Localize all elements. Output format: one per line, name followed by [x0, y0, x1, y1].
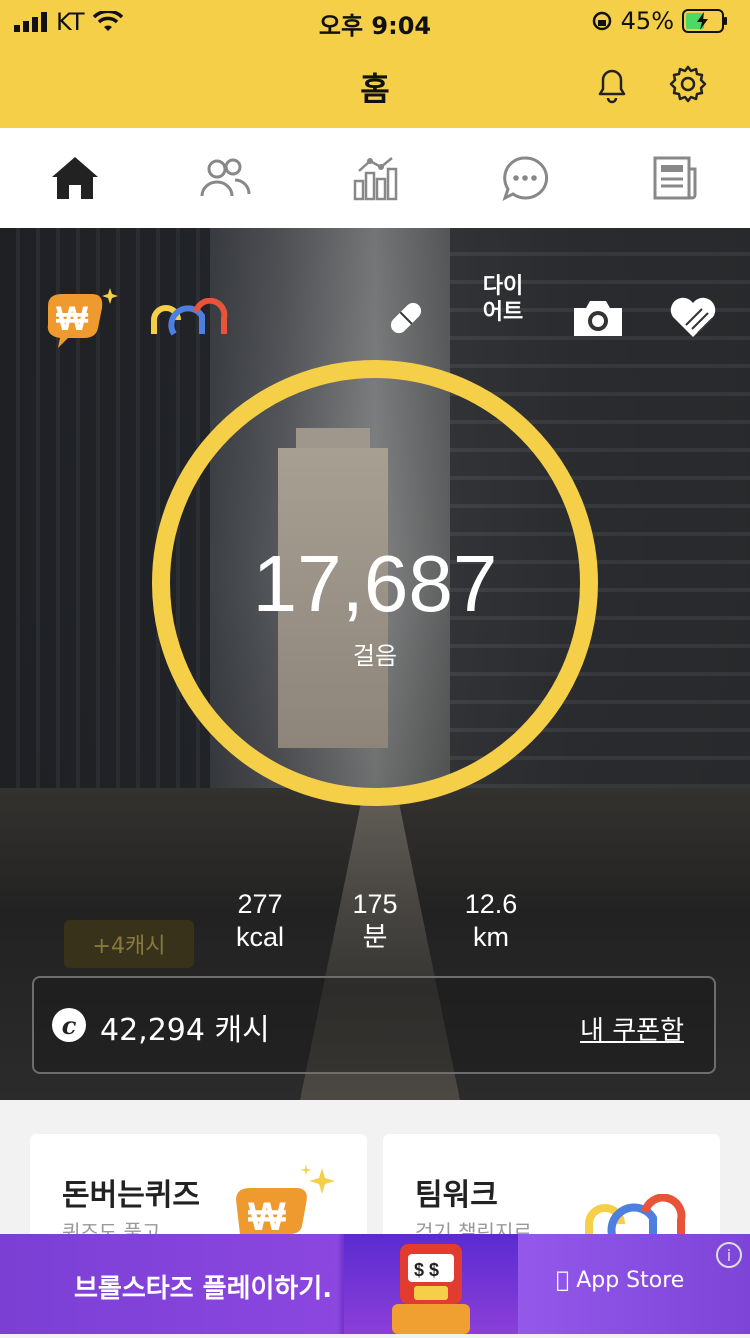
pill-shortcut[interactable]: [382, 288, 430, 348]
card-title: 돈버는퀴즈: [62, 1178, 200, 1213]
status-bar: KT 오후 9:04 45%: [0, 0, 750, 40]
ad-text: 브롤스타즈 플레이하기.: [74, 1274, 333, 1304]
diet-shortcut[interactable]: 다이 어트: [480, 274, 526, 326]
heart-hand-shortcut[interactable]: [668, 288, 718, 348]
home-icon: [52, 157, 98, 199]
battery-percent: 45%: [620, 7, 674, 35]
news-icon: [653, 156, 697, 200]
stat-calories: 277 kcal: [200, 888, 320, 954]
cash-coin-icon: c: [52, 1008, 86, 1042]
teamwork-icon: [151, 298, 228, 336]
tab-stats[interactable]: [345, 148, 405, 208]
ad-info-icon[interactable]: i: [716, 1242, 742, 1268]
app-store-badge[interactable]:  App Store: [556, 1268, 684, 1293]
teamwork-shortcut[interactable]: [150, 288, 228, 348]
cash-amount: 42,294 캐시: [100, 1013, 270, 1048]
top-bar: KT 오후 9:04 45% 홈: [0, 0, 750, 128]
stat-distance: 12.6 km: [431, 888, 551, 954]
svg-text:₩: ₩: [248, 1195, 286, 1234]
chart-icon: [353, 157, 398, 201]
camera-icon: [574, 301, 622, 336]
svg-text:$ $: $ $: [414, 1260, 439, 1280]
status-right: 45%: [591, 7, 728, 35]
won-coin-icon: ₩: [47, 288, 118, 348]
bonus-cash-badge[interactable]: +4캐시: [64, 920, 194, 968]
steps-label: 걸음: [352, 642, 398, 670]
diet-label-line1: 다이: [482, 274, 524, 299]
app-store-label: App Store: [556, 1268, 684, 1293]
bell-icon[interactable]: [590, 62, 634, 106]
tab-friends[interactable]: [195, 148, 255, 208]
money-quiz-shortcut[interactable]: ₩: [44, 288, 120, 348]
steps-count: 17,687: [252, 539, 498, 628]
stat-minutes: 175 분: [315, 888, 435, 954]
chat-icon: [502, 156, 549, 201]
minutes-unit: 분: [362, 922, 388, 952]
won-coin-icon: ₩: [236, 1164, 335, 1234]
minutes-value: 175: [352, 889, 398, 919]
diet-label-line2: 어트: [482, 300, 524, 325]
distance-value: 12.6: [464, 889, 518, 919]
tab-home[interactable]: [45, 148, 105, 208]
ad-game-character-image: $ $: [344, 1234, 518, 1334]
page-title: 홈: [360, 70, 390, 108]
gear-icon[interactable]: [666, 62, 710, 106]
calories-unit: kcal: [235, 922, 284, 952]
rotation-lock-icon: [592, 11, 611, 31]
camera-shortcut[interactable]: [572, 288, 624, 348]
my-coupons-link[interactable]: 내 쿠폰함: [580, 1010, 684, 1047]
distance-unit: km: [473, 922, 509, 952]
card-title: 팀워크: [415, 1178, 498, 1213]
cash-balance-box[interactable]: c 42,294 캐시 내 쿠폰함: [32, 976, 716, 1074]
svg-text:₩: ₩: [56, 300, 89, 338]
battery-icon: [682, 9, 727, 33]
game-character-icon: $ $: [392, 1244, 470, 1334]
tab-news[interactable]: [645, 148, 705, 208]
people-icon: [200, 158, 251, 197]
hero-section: ₩ 다이 어트 17,687 걸음 +4캐시 277 kcal 175 분 12…: [0, 228, 750, 1100]
tab-chat[interactable]: [495, 148, 555, 208]
apple-icon: : [556, 1268, 569, 1293]
tab-bar: [0, 128, 750, 228]
calories-value: 277: [237, 889, 283, 919]
heart-hand-icon: [670, 297, 716, 337]
pill-icon: [390, 302, 422, 334]
ad-banner[interactable]: 브롤스타즈 플레이하기. $ $  App Store i: [0, 1234, 750, 1334]
